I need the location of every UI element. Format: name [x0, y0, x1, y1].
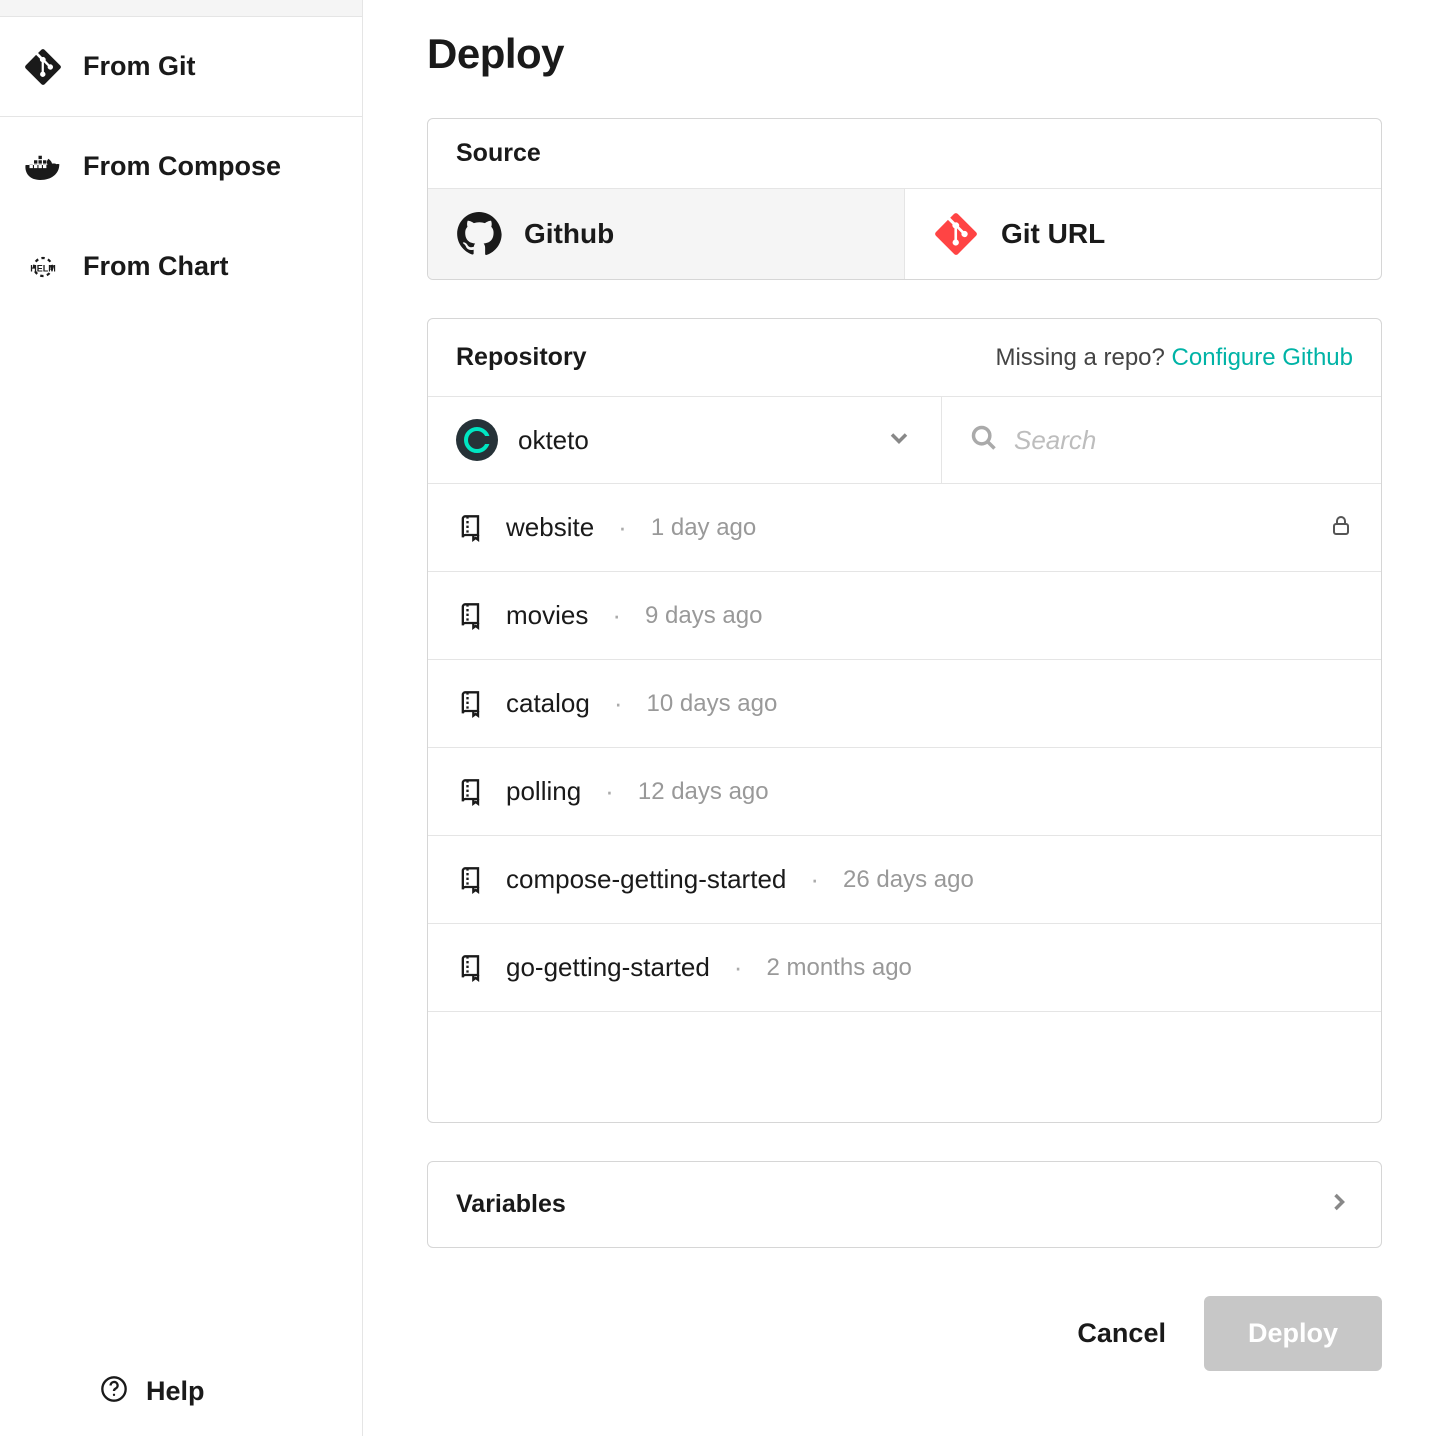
repo-list: website · 1 day ago movies · 9 days ago — [428, 484, 1381, 1122]
repo-icon — [456, 690, 486, 718]
repository-card: Repository Missing a repo? Configure Git… — [427, 318, 1382, 1123]
repo-row[interactable]: catalog · 10 days ago — [428, 660, 1381, 748]
repo-selectors: okteto — [428, 397, 1381, 484]
separator-dot: · — [810, 864, 819, 895]
repo-icon — [456, 602, 486, 630]
sidebar-item-from-git[interactable]: From Git — [0, 17, 362, 117]
repository-header: Repository Missing a repo? Configure Git… — [428, 319, 1381, 397]
sidebar-item-label: From Chart — [83, 251, 229, 282]
repo-time: 26 days ago — [843, 866, 974, 894]
sidebar: From Git From Compose HELM From Chart He… — [0, 0, 363, 1436]
repo-name: movies — [506, 600, 588, 631]
github-icon — [456, 211, 502, 257]
missing-repo: Missing a repo? Configure Github — [995, 344, 1353, 372]
repo-name: website — [506, 512, 594, 543]
variables-card[interactable]: Variables — [427, 1161, 1382, 1248]
sidebar-item-label: From Compose — [83, 151, 281, 182]
source-tab-github[interactable]: Github — [428, 189, 905, 279]
footer-actions: Cancel Deploy — [427, 1296, 1382, 1371]
page-title: Deploy — [427, 30, 1382, 78]
sidebar-top-strip — [0, 0, 362, 17]
sidebar-item-from-compose[interactable]: From Compose — [0, 117, 362, 217]
repo-row[interactable]: polling · 12 days ago — [428, 748, 1381, 836]
source-tabs: Github Git URL — [428, 189, 1381, 279]
separator-dot: · — [614, 688, 623, 719]
separator-dot: · — [612, 600, 621, 631]
org-name: okteto — [518, 425, 865, 456]
git-icon — [25, 49, 61, 85]
source-tab-label: Github — [524, 218, 614, 250]
deploy-button[interactable]: Deploy — [1204, 1296, 1382, 1371]
repository-header-label: Repository — [456, 343, 587, 372]
variables-label: Variables — [456, 1190, 566, 1219]
repo-search — [942, 397, 1381, 483]
separator-dot: · — [605, 776, 614, 807]
chevron-right-icon — [1325, 1188, 1353, 1221]
repo-name: polling — [506, 776, 581, 807]
git-url-icon — [933, 211, 979, 257]
repo-name: compose-getting-started — [506, 864, 786, 895]
repo-time: 1 day ago — [651, 514, 756, 542]
cancel-button[interactable]: Cancel — [1077, 1318, 1166, 1349]
repo-icon — [456, 778, 486, 806]
repo-icon — [456, 866, 486, 894]
main: Deploy Source Github Git URL Repository … — [363, 0, 1446, 1436]
missing-repo-prefix: Missing a repo? — [995, 344, 1171, 371]
repo-time: 9 days ago — [645, 602, 762, 630]
repo-row[interactable]: website · 1 day ago — [428, 484, 1381, 572]
sidebar-list: From Git From Compose HELM From Chart — [0, 17, 362, 1347]
source-tab-label: Git URL — [1001, 218, 1105, 250]
repo-icon — [456, 514, 486, 542]
repo-icon — [456, 954, 486, 982]
repo-time: 12 days ago — [638, 778, 769, 806]
helm-icon: HELM — [25, 249, 61, 285]
svg-text:HELM: HELM — [30, 263, 56, 273]
docker-icon — [25, 149, 61, 185]
repo-row[interactable]: go-getting-started · 2 months ago — [428, 924, 1381, 1012]
search-icon — [970, 424, 998, 457]
sidebar-help[interactable]: Help — [0, 1347, 362, 1436]
repo-time: 10 days ago — [647, 690, 778, 718]
source-header: Source — [428, 119, 1381, 189]
repo-row[interactable]: compose-getting-started · 26 days ago — [428, 836, 1381, 924]
help-label: Help — [146, 1376, 205, 1407]
org-avatar — [456, 419, 498, 461]
org-dropdown[interactable]: okteto — [428, 397, 942, 483]
search-input[interactable] — [1014, 425, 1353, 456]
repo-time: 2 months ago — [766, 954, 911, 982]
separator-dot: · — [734, 952, 743, 983]
separator-dot: · — [618, 512, 627, 543]
sidebar-item-label: From Git — [83, 51, 196, 82]
sidebar-item-from-chart[interactable]: HELM From Chart — [0, 217, 362, 317]
repo-list-padding — [428, 1012, 1381, 1122]
source-tab-giturl[interactable]: Git URL — [905, 189, 1381, 279]
lock-icon — [1329, 513, 1353, 542]
chevron-down-icon — [885, 424, 913, 457]
configure-github-link[interactable]: Configure Github — [1172, 344, 1353, 371]
source-card: Source Github Git URL — [427, 118, 1382, 280]
repo-name: catalog — [506, 688, 590, 719]
repo-row[interactable]: movies · 9 days ago — [428, 572, 1381, 660]
help-icon — [100, 1375, 128, 1408]
repo-name: go-getting-started — [506, 952, 710, 983]
